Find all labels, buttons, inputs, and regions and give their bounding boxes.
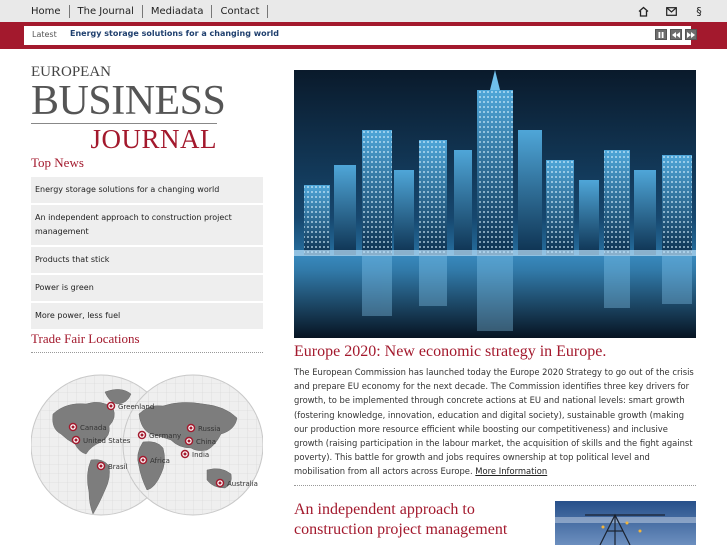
top-news-item[interactable]: More power, less fuel: [31, 303, 263, 329]
hero-image[interactable]: [294, 70, 696, 338]
news-ticker: Latest Energy storage solutions for a ch…: [0, 22, 727, 49]
divider: [294, 485, 696, 486]
nav-links: Home The Journal Mediadata Contact: [24, 0, 269, 22]
location-label: United States: [83, 437, 131, 445]
section-icon[interactable]: §: [691, 3, 707, 19]
nav-link-contact[interactable]: Contact: [212, 4, 269, 18]
mail-icon[interactable]: [663, 3, 679, 19]
trade-fair-title: Trade Fair Locations: [31, 331, 140, 346]
nav-icons: §: [635, 3, 707, 19]
site-logo[interactable]: EUROPEAN BUSINESS JOURNAL: [31, 64, 226, 154]
logo-line-journal: JOURNAL: [90, 124, 217, 154]
ticker-box: Latest Energy storage solutions for a ch…: [24, 26, 691, 45]
ticker-headline[interactable]: Energy storage solutions for a changing …: [70, 29, 279, 38]
divider: [31, 352, 263, 353]
nav-link-the-journal[interactable]: The Journal: [70, 4, 143, 18]
location-label: Canada: [80, 424, 107, 432]
top-news-item[interactable]: Energy storage solutions for a changing …: [31, 177, 263, 203]
location-marker-india[interactable]: India: [180, 449, 210, 460]
article-text: The European Commission has launched tod…: [294, 367, 694, 477]
top-news-item[interactable]: Products that stick: [31, 247, 263, 273]
location-label: Russia: [198, 425, 221, 433]
location-marker-russia[interactable]: Russia: [186, 423, 221, 434]
top-news-item[interactable]: An independent approach to construction …: [31, 205, 263, 245]
top-navigation: Home The Journal Mediadata Contact §: [0, 0, 727, 22]
article-title[interactable]: An independent approach to construction …: [294, 500, 534, 540]
location-label: China: [196, 438, 216, 446]
article-body: The European Commission has launched tod…: [294, 365, 696, 479]
location-label: India: [192, 451, 209, 459]
article-thumbnail[interactable]: [555, 501, 696, 545]
location-label: Germany: [149, 432, 181, 440]
location-label: Australia: [227, 480, 258, 488]
top-news-title: Top News: [31, 155, 84, 170]
ticker-label: Latest: [32, 30, 57, 39]
location-marker-china[interactable]: China: [184, 436, 217, 447]
pause-icon[interactable]: [655, 29, 667, 40]
top-news-list: Energy storage solutions for a changing …: [31, 177, 263, 331]
location-label: Africa: [150, 457, 170, 465]
logo-line-business: BUSINESS: [31, 78, 226, 124]
trade-fair-map: Greenland Canada United States Germany R…: [30, 374, 264, 545]
home-icon[interactable]: [635, 3, 651, 19]
article-title[interactable]: Europe 2020: New economic strategy in Eu…: [294, 343, 606, 361]
location-marker-africa[interactable]: Africa: [138, 455, 170, 466]
top-news-item[interactable]: Power is green: [31, 275, 263, 301]
location-label: Brasil: [108, 463, 128, 471]
location-label: Greenland: [118, 403, 154, 411]
nav-link-home[interactable]: Home: [24, 4, 70, 18]
ticker-controls: [655, 29, 697, 40]
nav-link-mediadata[interactable]: Mediadata: [143, 4, 213, 18]
more-information-link[interactable]: More Information: [475, 466, 547, 476]
previous-icon[interactable]: [670, 29, 682, 40]
next-icon[interactable]: [685, 29, 697, 40]
location-marker-brasil[interactable]: Brasil: [96, 461, 128, 472]
